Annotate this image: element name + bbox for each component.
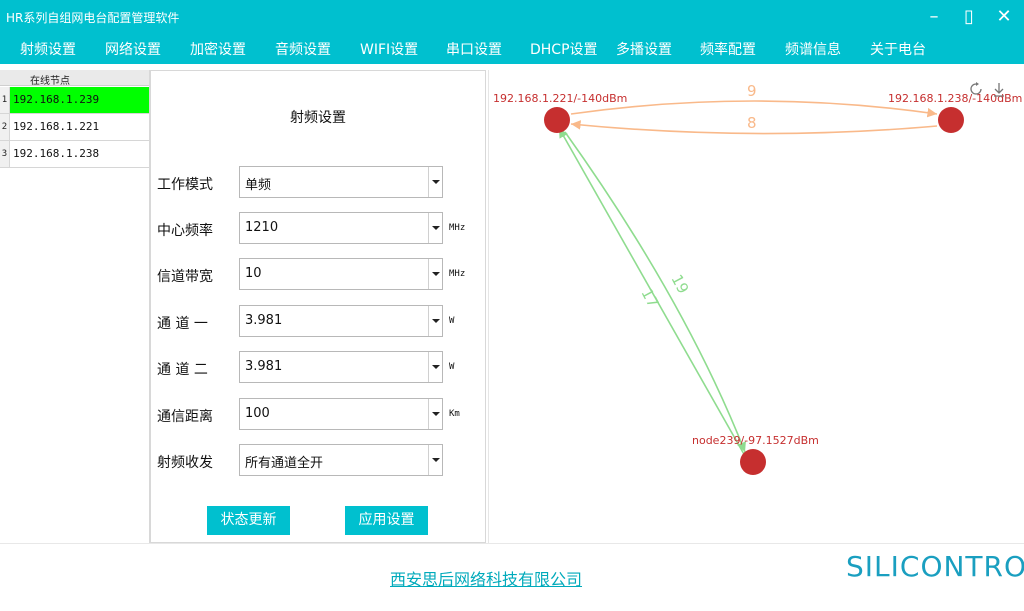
distance-label: 通信距离 [157, 409, 213, 425]
menu-serial[interactable]: 串口设置 [446, 39, 502, 59]
menu-frequency-config[interactable]: 频率配置 [700, 39, 756, 59]
rf-transceive-label: 射频收发 [157, 455, 213, 471]
topology-node-label: 192.168.1.238/-140dBm [888, 92, 1022, 105]
channel-two-unit: W [449, 362, 455, 372]
menu-network-settings[interactable]: 网络设置 [105, 39, 161, 59]
topology-graph: 9 8 19 17 192.168.1.221/-140dBm 192.168.… [493, 82, 1022, 475]
menu-rf-settings[interactable]: 射频设置 [20, 39, 76, 59]
online-nodes-header: 在线节点 [0, 70, 149, 87]
rf-settings-panel: 射频设置 工作模式 单频 中心频率 1210 MHz 信道带宽 10 MHz 通… [150, 70, 486, 543]
footer: 西安思后网络科技有限公司 SILICONTROL [0, 543, 1024, 611]
company-link[interactable]: 西安思后网络科技有限公司 [390, 566, 582, 590]
rf-transceive-select[interactable]: 所有通道全开 [239, 444, 443, 476]
distance-unit: Km [449, 409, 460, 419]
minimize-button[interactable]: – [921, 4, 947, 30]
topology-node[interactable] [544, 107, 570, 133]
bandwidth-unit: MHz [449, 269, 466, 279]
apply-settings-button[interactable]: 应用设置 [345, 506, 428, 535]
chevron-down-icon[interactable] [428, 167, 442, 197]
node-row-ip: 192.168.1.238 [13, 147, 100, 160]
node-row-ip: 192.168.1.221 [13, 120, 100, 133]
menu-spectrum-info[interactable]: 频谱信息 [785, 39, 841, 59]
distance-select[interactable]: 100 [239, 398, 443, 430]
topology-node-label: 192.168.1.221/-140dBm [493, 92, 627, 105]
center-frequency-unit: MHz [449, 223, 466, 233]
topology-view: 9 8 19 17 192.168.1.221/-140dBm 192.168.… [488, 70, 1024, 543]
channel-two-power-select[interactable]: 3.981 [239, 351, 443, 383]
topology-node[interactable] [938, 107, 964, 133]
center-frequency-label: 中心频率 [157, 223, 213, 239]
chevron-down-icon[interactable] [428, 213, 442, 243]
work-mode-label: 工作模式 [157, 177, 213, 193]
menu-bar: 射频设置 网络设置 加密设置 音频设置 WIFI设置 串口设置 DHCP设置 多… [0, 34, 1024, 64]
close-button[interactable]: ✕ [991, 4, 1017, 30]
menu-audio[interactable]: 音频设置 [275, 39, 331, 59]
channel-one-unit: W [449, 316, 455, 326]
node-row-index: 3 [0, 141, 10, 167]
link-label: 17 [637, 285, 662, 310]
brand-logo: SILICONTROL [846, 550, 1024, 583]
chevron-down-icon[interactable] [428, 259, 442, 289]
chevron-down-icon[interactable] [428, 399, 442, 429]
topology-node-label: node239/-97.1527dBm [692, 434, 819, 447]
chevron-down-icon[interactable] [428, 352, 442, 382]
center-frequency-select[interactable]: 1210 [239, 212, 443, 244]
bandwidth-select[interactable]: 10 [239, 258, 443, 290]
menu-dhcp[interactable]: DHCP设置 [530, 39, 598, 59]
bandwidth-label: 信道带宽 [157, 269, 213, 285]
node-row-ip: 192.168.1.239 [10, 87, 149, 113]
refresh-status-button[interactable]: 状态更新 [207, 506, 290, 535]
node-row-index: 1 [0, 87, 10, 113]
channel-one-power-select[interactable]: 3.981 [239, 305, 443, 337]
online-nodes-panel: 在线节点 1 192.168.1.239 2 192.168.1.221 3 1… [0, 70, 150, 543]
node-row[interactable]: 1 192.168.1.239 [0, 87, 149, 114]
link-label: 8 [747, 114, 757, 132]
node-row[interactable]: 3 192.168.1.238 [0, 141, 149, 168]
menu-about[interactable]: 关于电台 [870, 39, 926, 59]
chevron-down-icon[interactable] [428, 306, 442, 336]
menu-wifi[interactable]: WIFI设置 [360, 39, 418, 59]
menu-encryption[interactable]: 加密设置 [190, 39, 246, 59]
channel-two-label: 通 道 二 [157, 362, 208, 378]
topology-node[interactable] [740, 449, 766, 475]
panel-title: 射频设置 [290, 110, 346, 126]
maximize-button[interactable]: ▯ [956, 4, 982, 30]
window-title: HR系列自组网电台配置管理软件 [6, 11, 180, 25]
link-label: 9 [747, 82, 757, 100]
link-label: 19 [667, 271, 692, 296]
menu-multicast[interactable]: 多播设置 [616, 39, 672, 59]
node-row-index: 2 [0, 114, 10, 140]
channel-one-label: 通 道 一 [157, 316, 208, 332]
work-mode-select[interactable]: 单频 [239, 166, 443, 198]
node-row[interactable]: 2 192.168.1.221 [0, 114, 149, 141]
title-bar: HR系列自组网电台配置管理软件 – ▯ ✕ [0, 0, 1024, 34]
chevron-down-icon[interactable] [428, 445, 442, 475]
